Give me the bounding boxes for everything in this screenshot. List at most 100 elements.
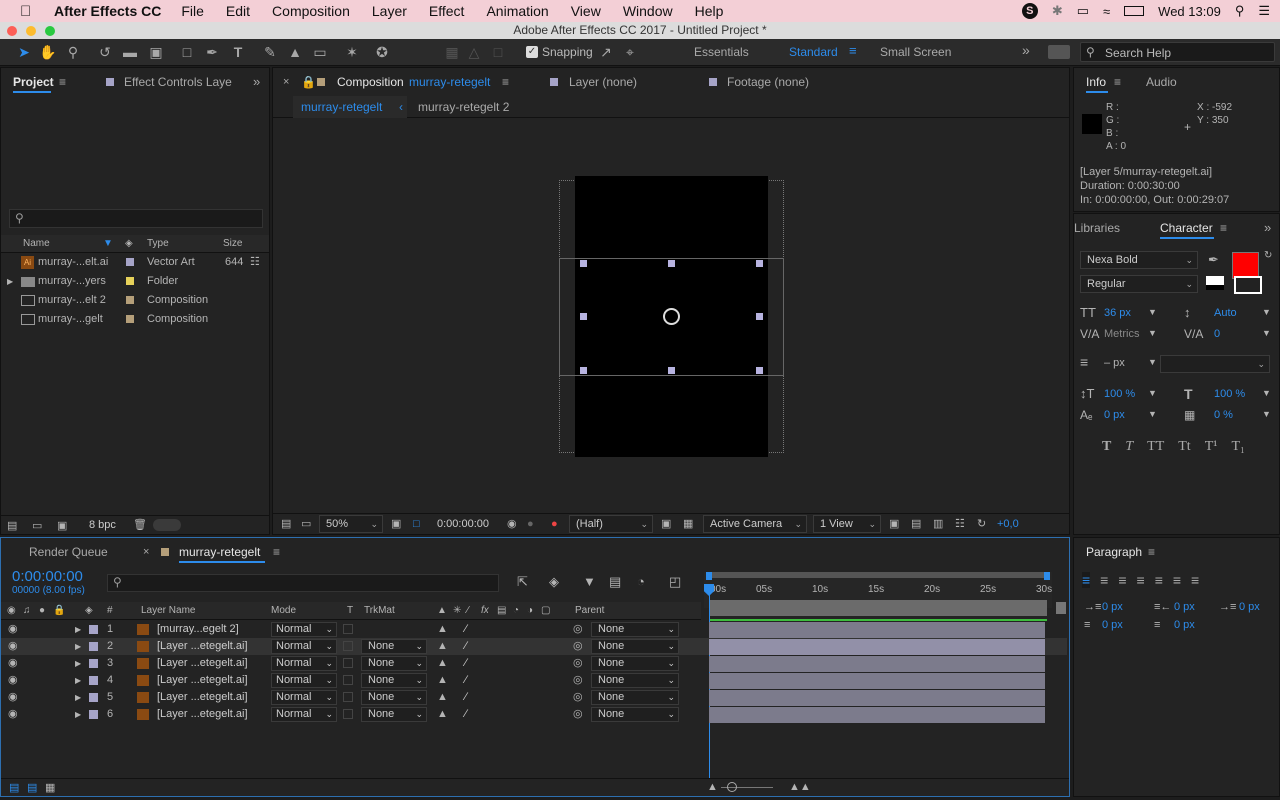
airplay-icon[interactable]: ▭ [1077,3,1089,19]
project-item[interactable]: Ai murray-...elt.ai Vector Art 644 ☷ [1,254,269,271]
project-panel-menu-icon[interactable]: ≡ [59,68,66,96]
show-snapshot-icon[interactable]: ● [527,514,534,534]
shy-switch-icon[interactable]: ▲ [437,638,448,655]
hand-tool-icon[interactable]: ✋ [38,43,58,61]
align-left-icon[interactable]: ≡ [1082,572,1091,588]
expand-triangle-icon[interactable]: ▶ [75,638,81,655]
active-camera-dropdown[interactable]: Active Camera ⌄ [703,515,807,533]
visibility-eye-icon[interactable]: ◉ [8,706,18,723]
in-out-toggle-icon[interactable]: ▦ [45,781,55,794]
expand-triangle-icon[interactable]: ▶ [75,706,81,723]
stroke-width-value[interactable]: – px [1104,357,1125,369]
snap-edges-icon[interactable]: ↗ [596,43,616,61]
layer-row[interactable]: ◉ ▶ 1 [murray...egelt 2] Normal ⌄ ▲ ∕ ◎ None ⌄ [1,621,1067,638]
safe-margins-icon[interactable]: ▣ [391,514,401,534]
label-color-swatch[interactable] [126,277,134,285]
leading-chevron-icon[interactable]: ▼ [1262,307,1271,317]
layer-name[interactable]: [murray...egelt 2] [157,621,239,638]
layer-duration-bar[interactable] [709,639,1045,655]
menu-window[interactable]: Window [623,3,673,19]
shy-switch-icon[interactable]: ▲ [437,672,448,689]
shy-switch-icon[interactable]: ▲ [437,655,448,672]
label-color-swatch[interactable] [126,258,134,266]
layer-name[interactable]: [Layer ...etegelt.ai] [157,672,248,689]
frame-blending-icon[interactable]: ▤ [609,574,621,590]
indent-first-line-value[interactable]: 0 px [1239,601,1260,613]
transform-handle[interactable] [756,313,763,320]
close-tab-icon[interactable]: × [283,68,289,96]
toggle-mask-icon[interactable]: □ [413,514,420,534]
shy-switch-icon[interactable]: ▲ [437,621,448,638]
layer-label-swatch[interactable] [89,676,98,685]
puppet-tool-icon[interactable]: ✪ [372,43,392,61]
spotlight-icon[interactable]: ⚲ [1235,3,1245,19]
tab-composition-name[interactable]: murray-retegelt [409,68,490,96]
blend-mode-dropdown[interactable]: Normal ⌄ [271,690,337,705]
font-size-chevron-icon[interactable]: ▼ [1148,307,1157,317]
draft-3d-icon[interactable]: ◈ [549,574,559,590]
transparency-grid-icon[interactable]: ▦ [683,514,693,534]
layer-label-swatch[interactable] [89,693,98,702]
pick-whip-icon[interactable]: ◎ [573,689,583,706]
tsume-chevron-icon[interactable]: ▼ [1262,409,1271,419]
menu-view[interactable]: View [571,3,601,19]
snapping-checkbox[interactable]: ✓ [526,46,538,58]
preserve-transparency-checkbox[interactable] [343,692,353,702]
zoom-tool-icon[interactable]: ⚲ [63,43,83,61]
track-matte-dropdown[interactable]: None ⌄ [361,673,427,688]
justify-last-right-icon[interactable]: ≡ [1173,572,1181,588]
flowchart-icon[interactable]: ☷ [250,254,260,271]
menu-effect[interactable]: Effect [429,3,465,19]
tracking-value[interactable]: 0 [1214,328,1220,340]
kerning-chevron-icon[interactable]: ▼ [1148,328,1157,338]
layer-label-swatch[interactable] [89,710,98,719]
preserve-transparency-checkbox[interactable] [343,709,353,719]
tracking-chevron-icon[interactable]: ▼ [1262,328,1271,338]
eraser-tool-icon[interactable]: ▭ [310,43,330,61]
zoom-slider-thumb[interactable] [727,782,737,792]
menu-help[interactable]: Help [695,3,724,19]
visibility-eye-icon[interactable]: ◉ [8,655,18,672]
work-area-bar[interactable] [709,600,1047,616]
layer-name[interactable]: [Layer ...etegelt.ai] [157,706,248,723]
parent-dropdown[interactable]: None ⌄ [591,690,679,705]
rectangle-tool-icon[interactable]: □ [177,43,197,61]
transform-handle[interactable] [580,367,587,374]
faux-italic-button[interactable]: T [1125,439,1133,455]
leading-value[interactable]: Auto [1214,307,1237,319]
visibility-eye-icon[interactable]: ◉ [8,689,18,706]
workspace-menu-icon[interactable]: ≡ [849,43,857,58]
new-composition-icon[interactable]: ▣ [57,519,67,532]
layer-name[interactable]: [Layer ...etegelt.ai] [157,689,248,706]
layer-label-swatch[interactable] [89,659,98,668]
blend-mode-dropdown[interactable]: Normal ⌄ [271,673,337,688]
menu-animation[interactable]: Animation [486,3,548,19]
apple-menu-icon[interactable]:  [20,3,38,20]
layer-switches-toggle-icon[interactable]: ▤ [9,781,19,794]
wifi-icon[interactable]: ≈ [1103,4,1110,19]
pen-tool-icon[interactable]: ✒ [202,43,222,61]
label-color-swatch[interactable] [126,296,134,304]
panel-overflow-icon[interactable]: » [253,68,260,96]
comp-panel-menu-icon[interactable]: ≡ [502,68,509,96]
reset-exposure-icon[interactable]: ↻ [977,514,986,534]
current-time-display[interactable]: 0:00:00:00 [437,514,489,534]
track-matte-dropdown[interactable]: None ⌄ [361,639,427,654]
battery-icon[interactable] [1124,6,1145,16]
layer-row[interactable]: ◉ ▶ 3 [Layer ...etegelt.ai] Normal ⌄ None ⌄ ▲ ∕ ◎ N… [1,655,1067,672]
close-tab-icon[interactable]: × [143,538,149,566]
layer-name[interactable]: [Layer ...etegelt.ai] [157,655,248,672]
faux-bold-button[interactable]: T [1102,439,1111,455]
resolution-dropdown[interactable]: (Half) ⌄ [569,515,653,533]
breadcrumb-current[interactable]: murray-retegelt [293,96,407,118]
expand-triangle-icon[interactable]: ▶ [75,672,81,689]
tab-composition-label[interactable]: Composition [337,68,404,96]
paragraph-menu-icon[interactable]: ≡ [1148,538,1155,566]
pick-whip-icon[interactable]: ◎ [573,706,583,723]
all-caps-button[interactable]: TT [1147,439,1164,455]
roto-brush-tool-icon[interactable]: ✶ [342,43,362,61]
parent-dropdown[interactable]: None ⌄ [591,656,679,671]
label-color-swatch[interactable] [126,315,134,323]
bit-depth-button[interactable]: 8 bpc [89,519,116,531]
transform-handle[interactable] [668,260,675,267]
